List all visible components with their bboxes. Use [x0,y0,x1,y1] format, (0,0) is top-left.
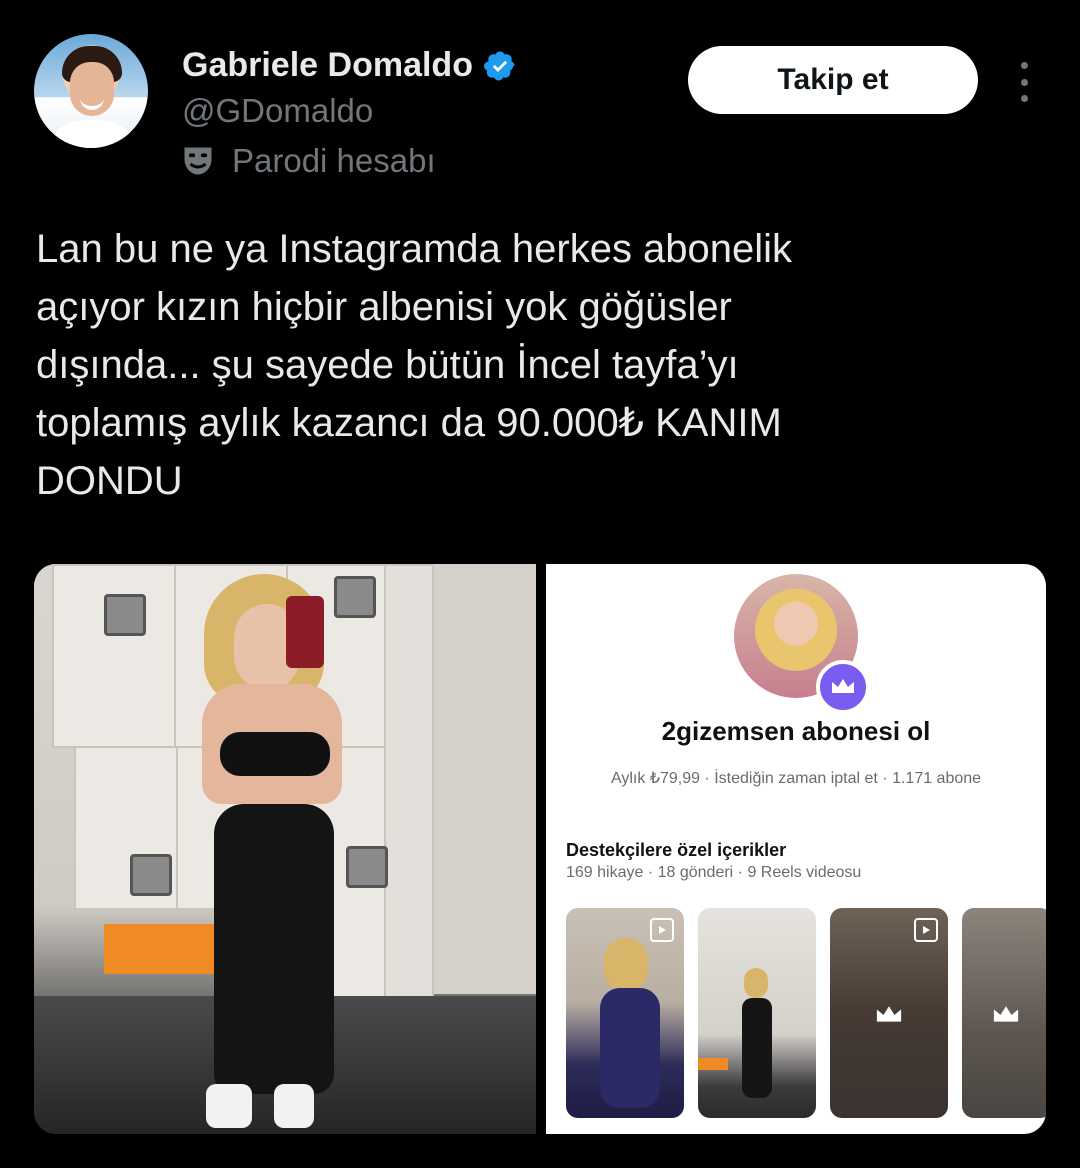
more-options-icon[interactable] [1012,62,1036,102]
ig-exclusive-title: Destekçilere özel içerikler [566,840,787,860]
ig-thumbnail [566,908,684,1118]
tweet-text: Lan bu ne ya Instagramda herkes abonelik… [36,227,793,503]
crown-badge-icon [816,660,870,714]
ig-subscribe-subtitle: Aylık ₺79,99 · İstediğin zaman iptal et … [610,770,982,787]
ig-thumbnail [830,908,948,1118]
parody-mask-icon [184,147,212,175]
author-name[interactable]: Gabriele Domaldo [182,46,473,85]
play-icon [914,918,938,942]
ig-thumbnail [698,908,816,1118]
crown-icon [876,1006,902,1022]
parody-label-row: Parodi hesabı [180,142,436,180]
parody-label: Parodi hesabı [232,142,436,179]
author-name-row: Gabriele Domaldo [182,46,517,85]
ig-subscribe-title: 2gizemsen abonesi ol [661,716,931,746]
tweet-photo-locker-room[interactable] [34,564,536,1134]
follow-button[interactable]: Takip et [688,46,978,114]
author-handle[interactable]: @GDomaldo [182,92,373,130]
ig-exclusive-counts: 169 hikaye · 18 gönderi · 9 Reels videos… [566,864,862,881]
play-icon [650,918,674,942]
author-avatar[interactable] [34,34,148,148]
tweet-photo-instagram-subscription[interactable]: 2gizemsen abonesi ol Aylık ₺79,99 · İste… [546,564,1046,1134]
verified-badge-icon [484,50,515,81]
crown-icon [993,1006,1019,1022]
ig-thumbnail [962,908,1046,1118]
